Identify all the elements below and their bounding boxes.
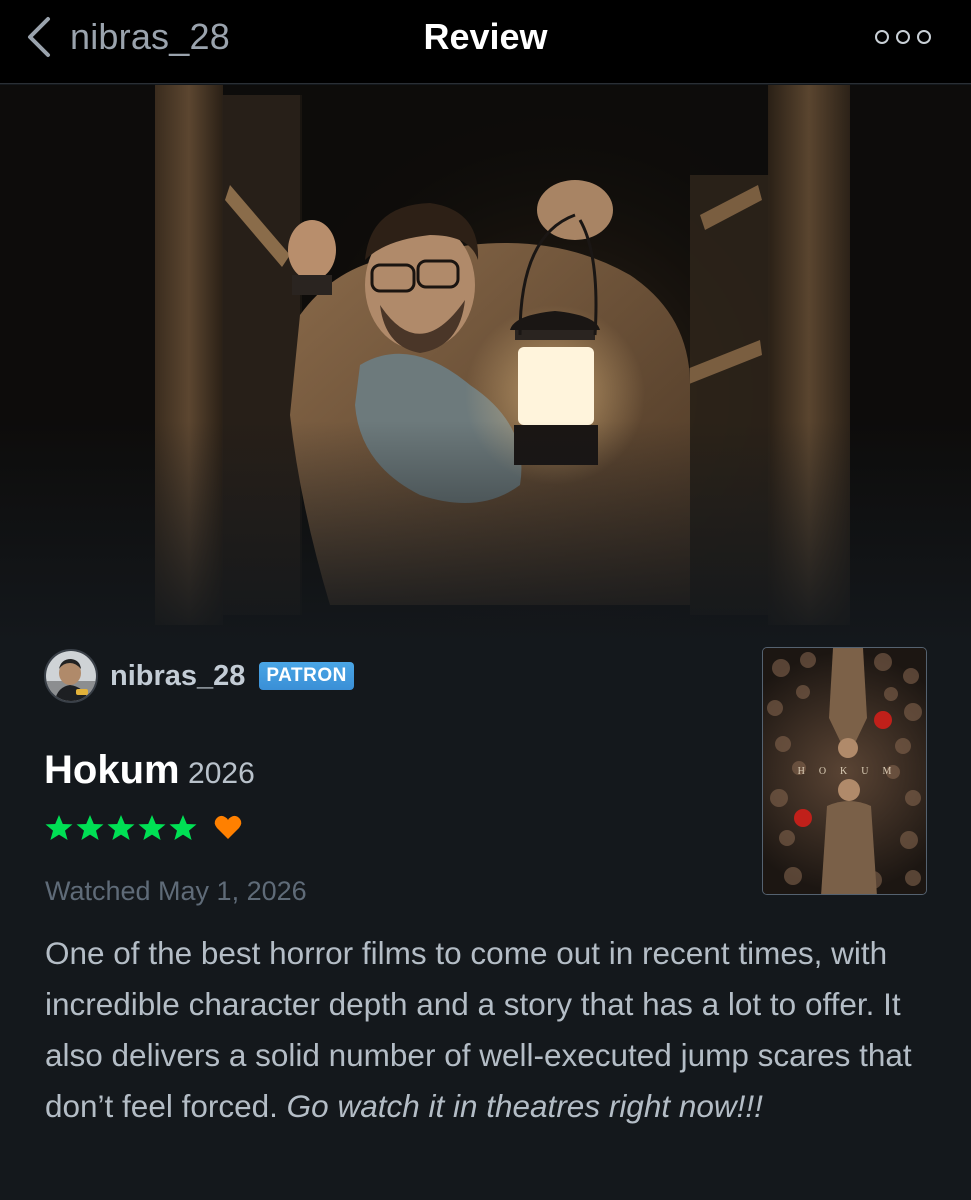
- more-dots-icon: [875, 30, 889, 44]
- watched-date: Watched May 1, 2026: [45, 876, 307, 906]
- avatar-image: [46, 651, 96, 701]
- film-title-link[interactable]: Hokum: [44, 748, 180, 792]
- patron-badge: PATRON: [259, 662, 354, 690]
- avatar[interactable]: [44, 649, 98, 703]
- reviewer-username[interactable]: nibras_28: [110, 660, 245, 693]
- film-heading: Hokum 2026: [44, 748, 255, 793]
- review-page: nibras_28 Review nibras_28 PATRON Hokum …: [0, 0, 971, 1200]
- top-nav-bar: nibras_28 Review: [0, 0, 971, 84]
- star-icon: [45, 815, 73, 840]
- star-rating: [44, 813, 199, 843]
- chevron-left-icon: [28, 17, 50, 57]
- more-dots-icon: [896, 30, 910, 44]
- star-icon: [76, 815, 104, 840]
- film-year-link[interactable]: 2026: [188, 757, 255, 790]
- back-button[interactable]: nibras_28: [24, 14, 230, 60]
- page-title: Review: [423, 16, 548, 57]
- poster-title: HOKUM: [797, 766, 906, 777]
- star-icon: [169, 815, 197, 840]
- more-options-button[interactable]: [875, 24, 931, 50]
- heart-icon: [214, 815, 242, 839]
- review-emphasis: Go watch it in theatres right now!!!: [286, 1088, 763, 1124]
- reviewer-row: nibras_28 PATRON: [44, 648, 354, 704]
- star-icon: [138, 815, 166, 840]
- review-body: One of the best horror films to come out…: [45, 928, 945, 1132]
- rating-row: [44, 810, 243, 846]
- back-label: nibras_28: [70, 16, 230, 57]
- more-dots-icon: [917, 30, 931, 44]
- film-backdrop-image: [0, 85, 971, 645]
- film-poster[interactable]: HOKUM: [762, 647, 927, 895]
- star-icon: [107, 815, 135, 840]
